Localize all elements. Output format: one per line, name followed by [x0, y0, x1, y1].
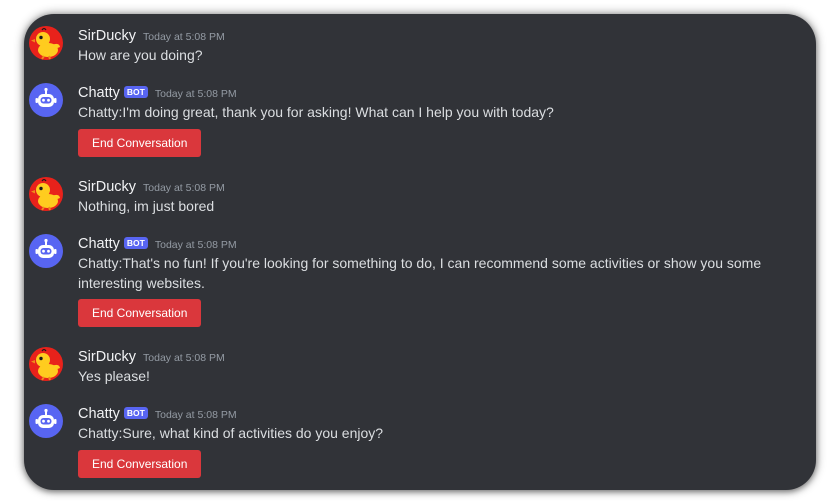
- message-6: Chatty BOT Today at 5:08 PM Chatty:Sure, w…: [24, 404, 816, 478]
- timestamp: Today at 5:08 PM: [154, 239, 237, 251]
- message-header: SirDucky Today at 5:08 PM: [78, 177, 786, 197]
- message-text: Chatty:I'm doing great, thank you for as…: [78, 104, 554, 120]
- timestamp: Today at 5:08 PM: [154, 88, 237, 100]
- bot-tag: BOT: [123, 407, 148, 419]
- message-4: Chatty BOT Today at 5:08 PM Chatty:That's …: [24, 234, 816, 327]
- bot-tag: BOT: [123, 237, 148, 249]
- username[interactable]: Chatty: [78, 406, 120, 422]
- username[interactable]: Chatty: [78, 85, 120, 101]
- username[interactable]: SirDucky: [78, 28, 136, 44]
- end-conversation-button[interactable]: End Conversation: [78, 449, 202, 478]
- message-text: Nothing, im just bored: [78, 198, 215, 214]
- chat-window: SirDucky Today at 5:08 PM How are you doi…: [24, 14, 816, 490]
- robot-avatar-icon[interactable]: [29, 234, 63, 268]
- robot-avatar-icon[interactable]: [29, 83, 63, 117]
- username[interactable]: Chatty: [78, 236, 120, 252]
- message-text: Chatty:Sure, what kind of activities do …: [78, 425, 384, 441]
- message-1: SirDucky Today at 5:08 PM How are you doi…: [24, 26, 816, 66]
- username[interactable]: SirDucky: [78, 179, 136, 195]
- duck-avatar-icon[interactable]: [29, 26, 63, 60]
- message-2: Chatty BOT Today at 5:08 PM Chatty:I'm doi…: [24, 83, 816, 157]
- bot-tag: BOT: [123, 86, 148, 98]
- message-3: SirDucky Today at 5:08 PM Nothing, im jus…: [24, 177, 816, 217]
- message-text: Chatty:That's no fun! If you're looking …: [78, 255, 762, 291]
- duck-avatar-icon[interactable]: [29, 347, 63, 381]
- end-conversation-button[interactable]: End Conversation: [78, 128, 202, 157]
- duck-avatar-icon[interactable]: [29, 177, 63, 211]
- timestamp: Today at 5:08 PM: [143, 352, 225, 364]
- message-text: How are you doing?: [78, 47, 203, 63]
- message-header: SirDucky Today at 5:08 PM: [78, 347, 786, 367]
- timestamp: Today at 5:08 PM: [154, 409, 237, 421]
- message-header: Chatty BOT Today at 5:08 PM: [78, 404, 786, 424]
- message-header: Chatty BOT Today at 5:08 PM: [78, 83, 786, 103]
- message-header: SirDucky Today at 5:08 PM: [78, 26, 786, 46]
- username[interactable]: SirDucky: [78, 349, 136, 365]
- message-text: Yes please!: [78, 368, 150, 384]
- robot-avatar-icon[interactable]: [29, 404, 63, 438]
- timestamp: Today at 5:08 PM: [143, 182, 225, 194]
- message-5: SirDucky Today at 5:08 PM Yes please!: [24, 347, 816, 387]
- message-header: Chatty BOT Today at 5:08 PM: [78, 234, 786, 254]
- end-conversation-button[interactable]: End Conversation: [78, 299, 202, 327]
- timestamp: Today at 5:08 PM: [143, 31, 225, 43]
